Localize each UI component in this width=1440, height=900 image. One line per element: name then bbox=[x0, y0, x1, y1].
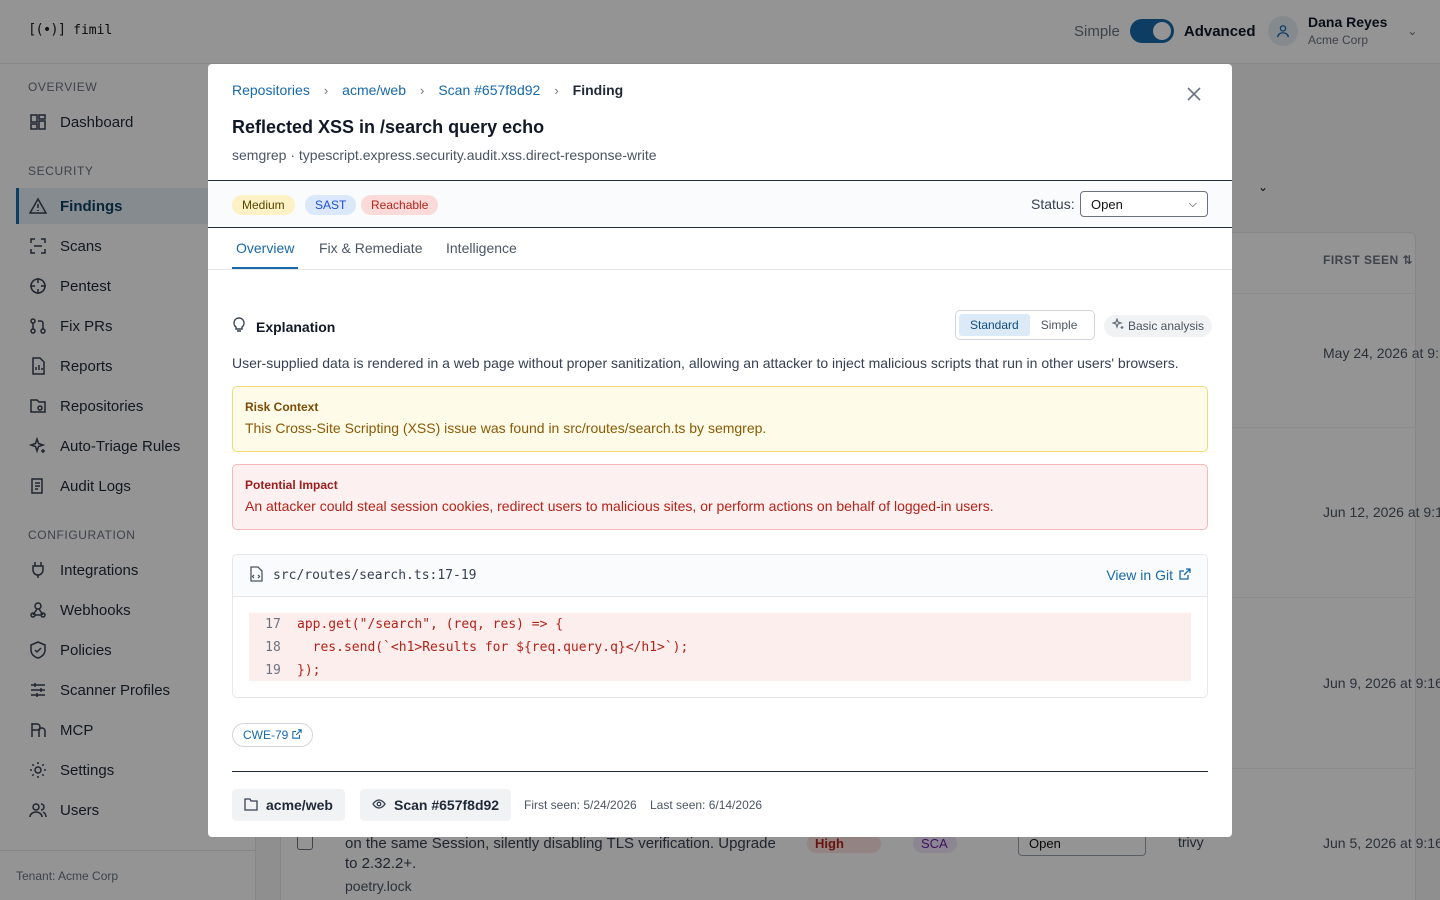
mode-standard-button[interactable]: Standard bbox=[959, 314, 1030, 336]
severity-badge: Medium bbox=[232, 195, 295, 215]
code-line: 19}); bbox=[265, 663, 321, 678]
scan-chip[interactable]: Scan #657f8d92 bbox=[360, 789, 512, 821]
finding-subtitle: semgrep · typescript.express.security.au… bbox=[232, 147, 657, 163]
type-badge: SAST bbox=[305, 195, 357, 215]
mode-simple-button[interactable]: Simple bbox=[1030, 314, 1089, 336]
explanation-heading: Explanation bbox=[232, 317, 335, 336]
view-in-git-link[interactable]: View in Git bbox=[1106, 567, 1191, 583]
finding-tabs: Overview Fix & Remediate Intelligence bbox=[208, 228, 1232, 270]
lightbulb-icon bbox=[232, 317, 246, 336]
explanation-text: User-supplied data is rendered in a web … bbox=[232, 355, 1179, 371]
divider bbox=[232, 771, 1208, 772]
first-seen: First seen: 5/24/2026 bbox=[524, 798, 637, 812]
reachability-badge: Reachable bbox=[361, 195, 439, 215]
file-code-icon bbox=[249, 566, 263, 585]
close-icon[interactable] bbox=[1184, 84, 1204, 104]
code-line: 18 res.send(`<h1>Results for ${req.query… bbox=[265, 640, 689, 655]
status-label: Status: bbox=[1031, 196, 1075, 212]
risk-context-body: This Cross-Site Scripting (XSS) issue wa… bbox=[245, 420, 767, 436]
code-file-path: src/routes/search.ts:17-19 bbox=[273, 568, 477, 583]
chevron-right-icon: › bbox=[419, 82, 425, 98]
tab-fix-remediate[interactable]: Fix & Remediate bbox=[319, 240, 422, 267]
potential-impact-callout: Potential Impact An attacker could steal… bbox=[232, 464, 1208, 530]
cwe-link[interactable]: CWE-79 bbox=[232, 723, 314, 747]
chevron-right-icon: › bbox=[323, 82, 329, 98]
repo-chip[interactable]: acme/web bbox=[232, 789, 345, 821]
repository-icon bbox=[244, 797, 258, 814]
explanation-mode-toggle: Standard Simple bbox=[955, 310, 1095, 340]
chevron-down-icon: ⌵ bbox=[1188, 197, 1197, 210]
analysis-chip[interactable]: Basic analysis bbox=[1104, 315, 1213, 337]
eye-icon bbox=[372, 797, 386, 813]
breadcrumb-scan[interactable]: Scan #657f8d92 bbox=[438, 82, 540, 98]
external-link-icon bbox=[292, 724, 303, 746]
tab-intelligence[interactable]: Intelligence bbox=[446, 240, 517, 267]
breadcrumb-repositories[interactable]: Repositories bbox=[232, 82, 310, 98]
finding-modal: Repositories › acme/web › Scan #657f8d92… bbox=[208, 64, 1232, 837]
breadcrumb-current: Finding bbox=[572, 82, 624, 98]
potential-impact-body: An attacker could steal session cookies,… bbox=[245, 498, 994, 514]
finding-meta-bar: Medium SAST Reachable Status: Open ⌵ bbox=[208, 180, 1232, 228]
status-value: Open bbox=[1091, 196, 1123, 212]
status-select[interactable]: Open ⌵ bbox=[1080, 191, 1208, 217]
chevron-right-icon: › bbox=[554, 82, 559, 98]
tab-overview[interactable]: Overview bbox=[232, 240, 299, 269]
finding-title: Reflected XSS in /search query echo bbox=[232, 117, 545, 137]
external-link-icon bbox=[1179, 567, 1191, 583]
breadcrumb: Repositories › acme/web › Scan #657f8d92… bbox=[232, 82, 623, 98]
sparkle-icon bbox=[1111, 315, 1124, 337]
risk-context-callout: Risk Context This Cross-Site Scripting (… bbox=[232, 386, 1208, 452]
last-seen: Last seen: 6/14/2026 bbox=[650, 798, 763, 812]
code-line: 17 app.get("/search", (req, res) => { bbox=[265, 617, 564, 632]
potential-impact-title: Potential Impact bbox=[245, 478, 338, 492]
risk-context-title: Risk Context bbox=[245, 400, 319, 414]
breadcrumb-repo[interactable]: acme/web bbox=[342, 82, 406, 98]
code-header: src/routes/search.ts:17-19 View in Git bbox=[233, 555, 1207, 597]
code-snippet-card: src/routes/search.ts:17-19 View in Git 1… bbox=[232, 554, 1208, 698]
code-block: 17 app.get("/search", (req, res) => { 18 … bbox=[249, 613, 1191, 681]
